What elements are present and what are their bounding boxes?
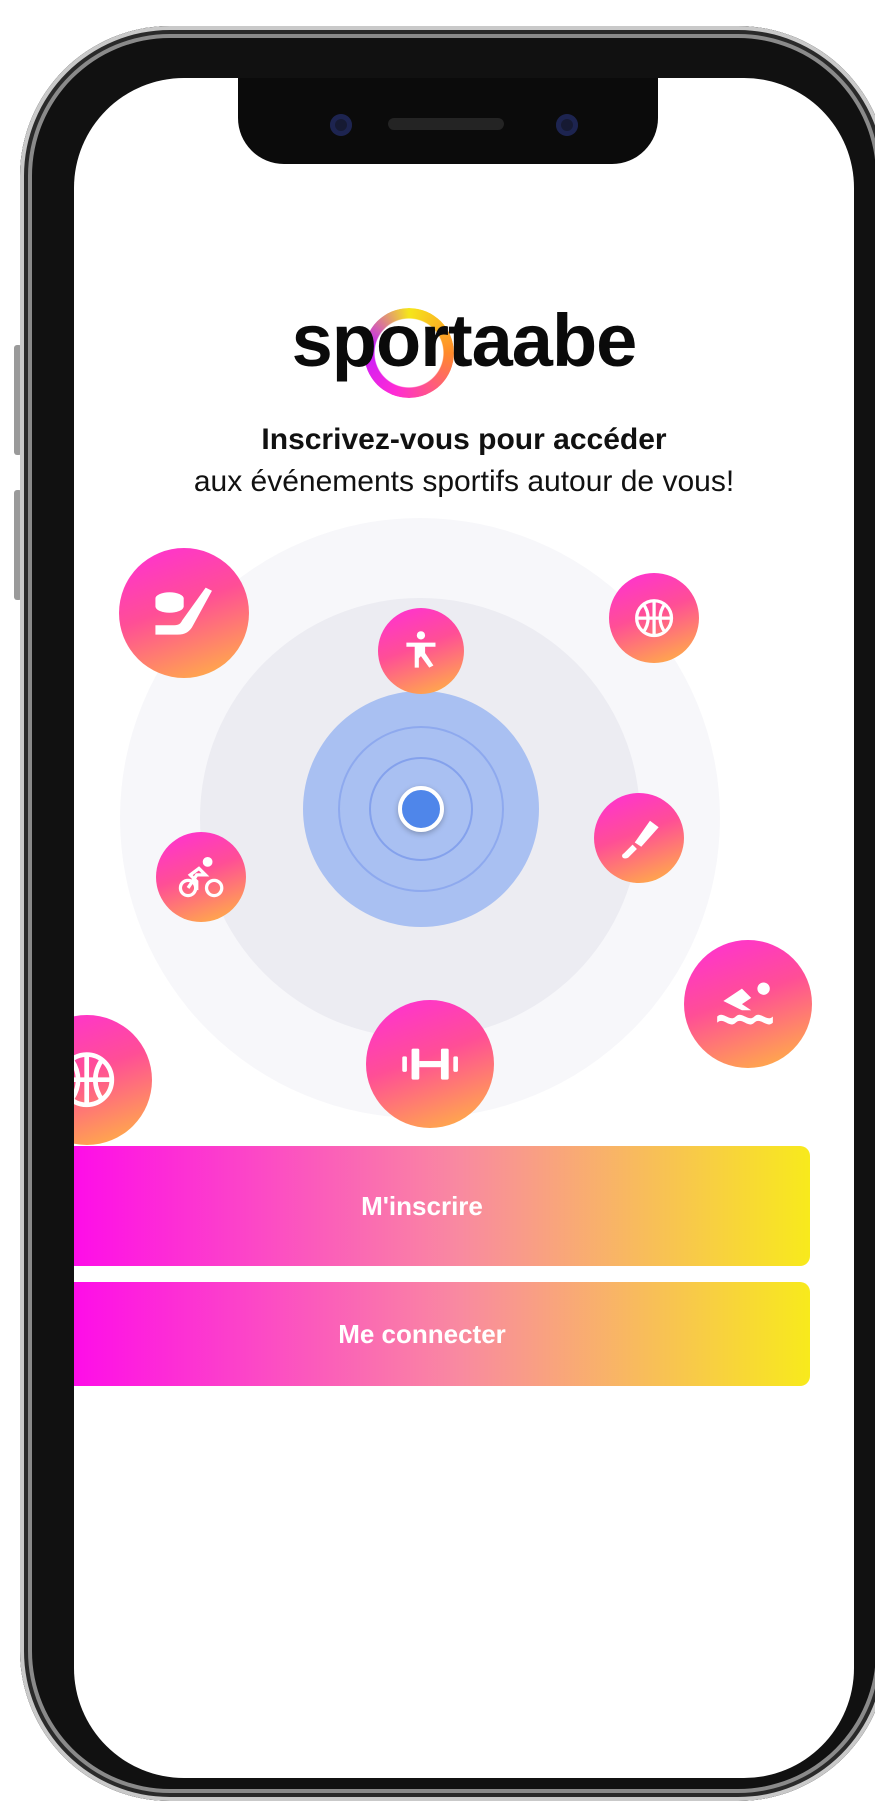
swimming-icon[interactable] <box>684 940 812 1068</box>
camera-icon <box>330 114 352 136</box>
app-screen: sportaabe Inscrivez-vous pour accéder au… <box>74 78 854 1778</box>
speaker-grille <box>388 118 504 130</box>
hockey-icon[interactable] <box>119 548 249 678</box>
user-location-dot <box>398 786 444 832</box>
badminton-icon[interactable] <box>594 793 684 883</box>
signup-button[interactable]: M'inscrire <box>74 1146 810 1266</box>
basketball-icon[interactable] <box>74 1015 152 1145</box>
login-button[interactable]: Me connecter <box>74 1282 810 1386</box>
notch <box>238 78 658 164</box>
yoga-icon[interactable] <box>378 608 464 694</box>
app-logo: sportaabe <box>74 298 854 408</box>
weightlifting-icon[interactable] <box>366 1000 494 1128</box>
subline: aux événements sportifs autour de vous! <box>193 465 735 498</box>
cycling-icon[interactable] <box>156 832 246 922</box>
logo-text: sportaabe <box>291 299 638 382</box>
phone-frame: sportaabe Inscrivez-vous pour accéder au… <box>20 26 875 1801</box>
basketball-icon[interactable] <box>609 573 699 663</box>
sensor-icon <box>556 114 578 136</box>
headline: Inscrivez-vous pour accéder <box>261 423 667 456</box>
